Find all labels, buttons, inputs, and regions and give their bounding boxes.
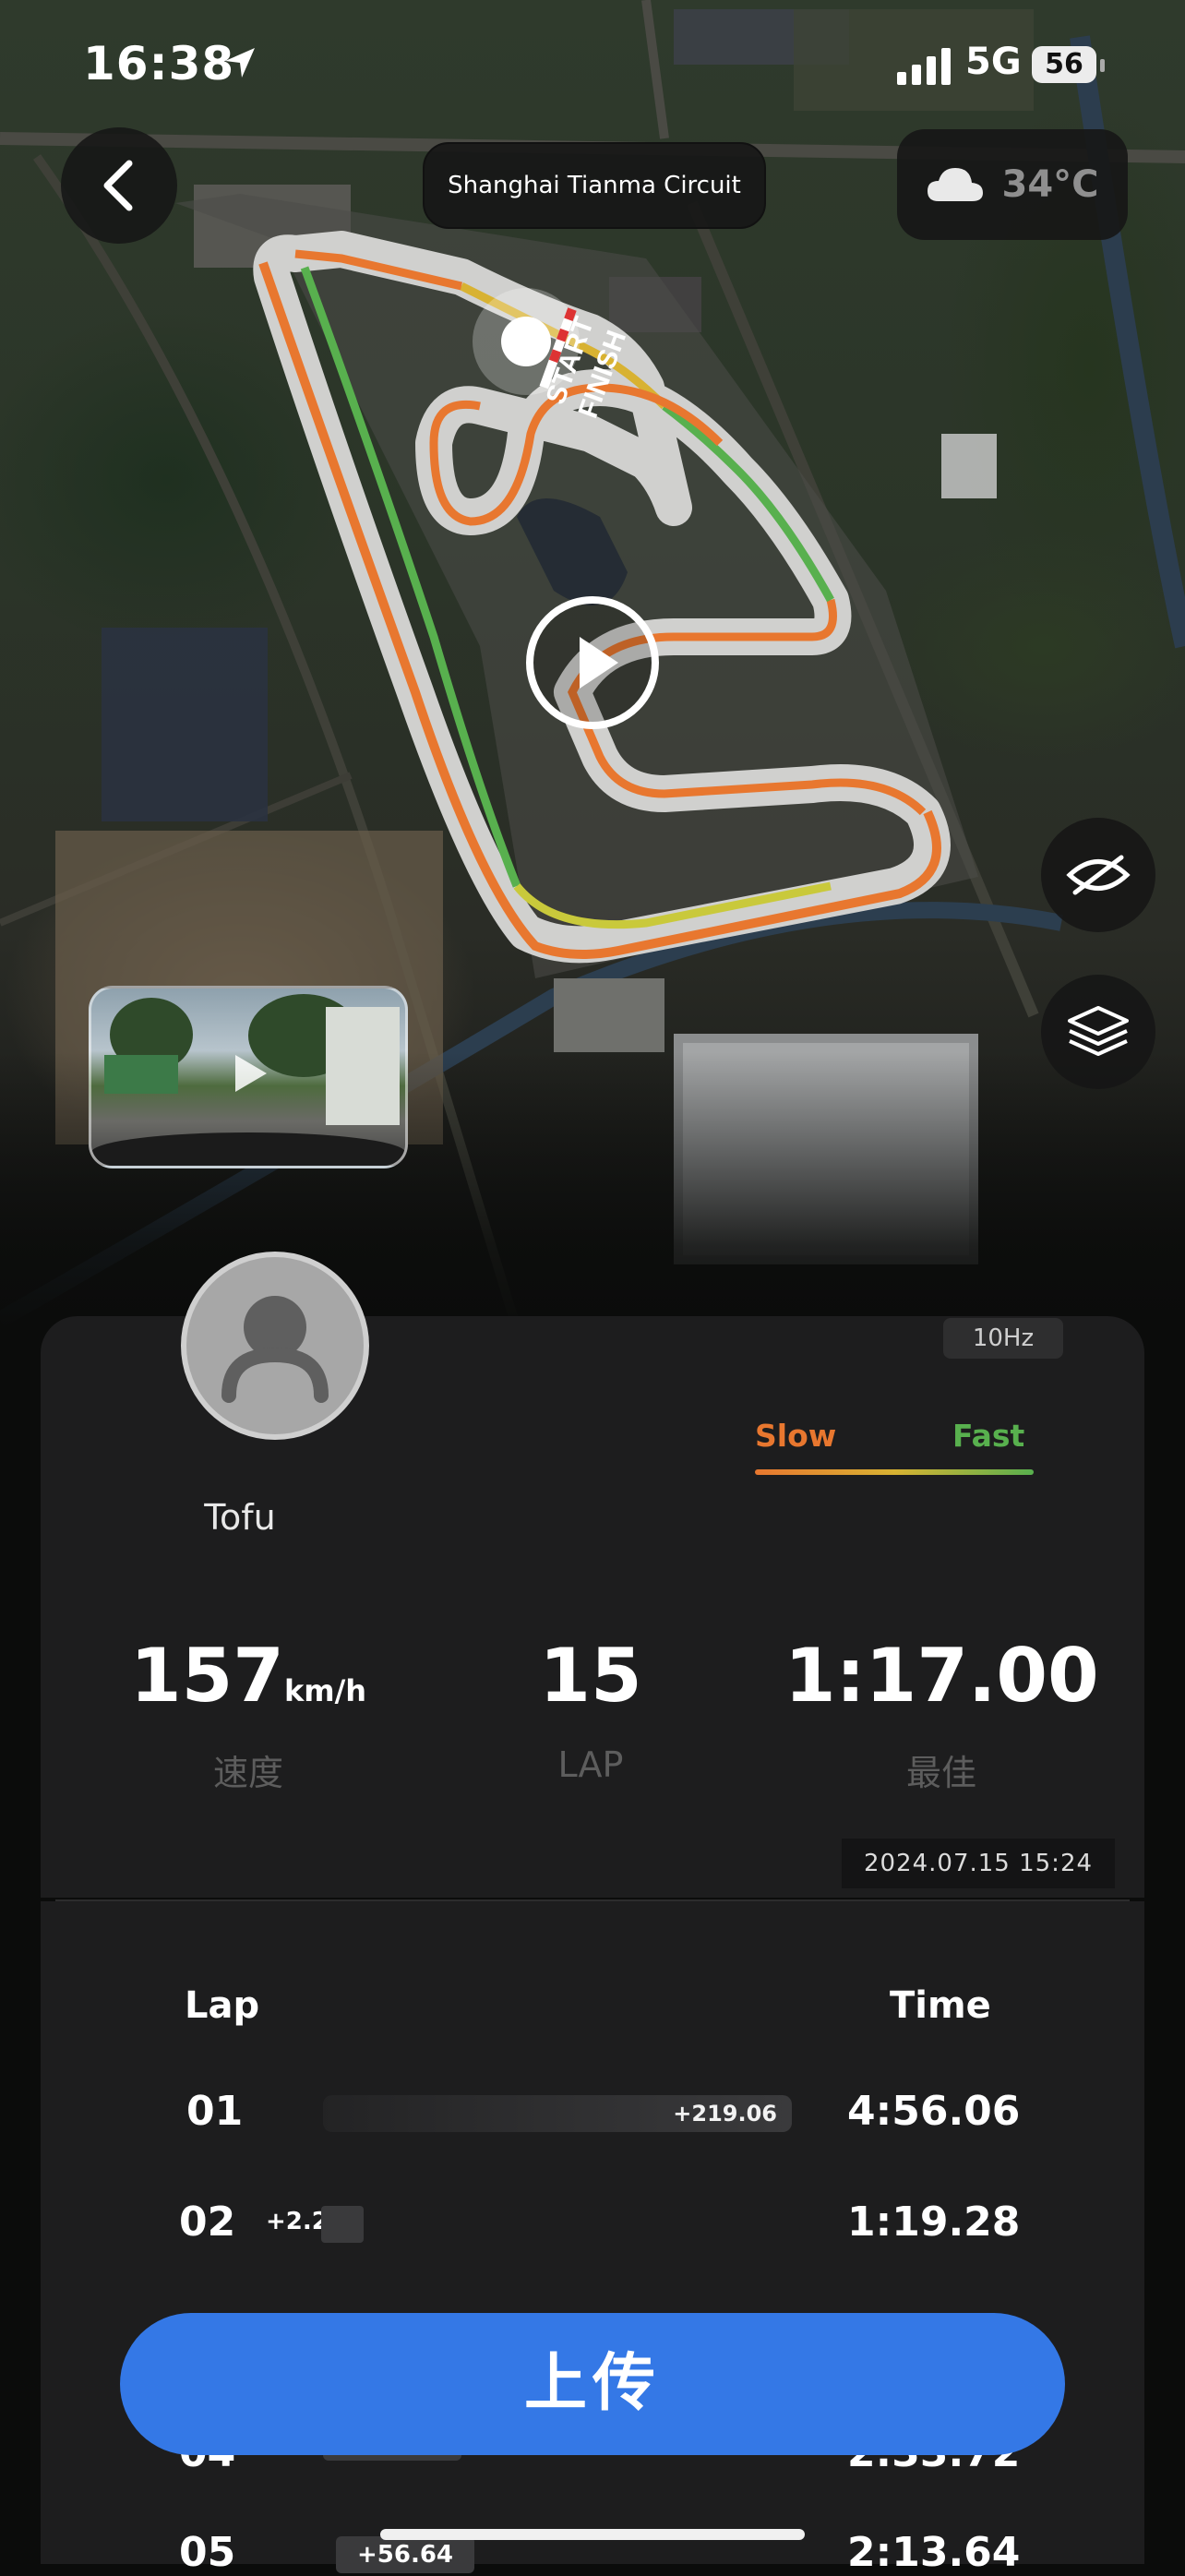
status-bar: 16:38 5G 56 <box>0 37 1185 102</box>
speed-label: 速度 <box>212 1753 283 1793</box>
signal-bars-icon <box>897 48 954 89</box>
lap-delta-bar <box>321 2206 364 2243</box>
network-type: 5G <box>965 41 1022 83</box>
cloud-icon <box>928 168 984 201</box>
legend-fast: Fast <box>952 1418 1025 1454</box>
best-lap-stat: 1:17.00 最佳 <box>784 1633 1099 1795</box>
home-indicator[interactable] <box>380 2529 805 2540</box>
time-column-header: Time <box>890 1984 991 2027</box>
map-play-button[interactable] <box>526 596 659 729</box>
thumb-booth <box>326 1007 400 1125</box>
weather-badge: 34°C <box>897 129 1128 240</box>
temperature: 34°C <box>1001 163 1099 206</box>
speed-stat: 157km/h 速度 <box>114 1639 382 1795</box>
lap-value: 15 <box>539 1633 642 1719</box>
lap-column-header: Lap <box>185 1984 260 2027</box>
lap-time: 4:56.06 <box>847 2088 1021 2135</box>
thumb-dashboard <box>91 1132 405 1166</box>
lap-delta-bar: +56.64 <box>336 2536 474 2573</box>
speed-unit: km/h <box>283 1673 367 1708</box>
best-lap-value: 1:17.00 <box>784 1633 1099 1719</box>
onboard-video-thumbnail[interactable] <box>89 986 408 1168</box>
driver-name: Tofu <box>204 1497 276 1538</box>
layers-icon <box>1068 1006 1129 1056</box>
map-layers-button[interactable] <box>1041 975 1155 1089</box>
circuit-name: Shanghai Tianma Circuit <box>423 142 766 229</box>
play-icon <box>235 1055 267 1092</box>
speed-value: 157 <box>129 1633 284 1719</box>
lap-number: 02 <box>179 2199 236 2246</box>
back-button[interactable] <box>61 127 177 244</box>
avatar-person-icon <box>221 1296 329 1403</box>
lap-time: 2:13.64 <box>847 2529 1021 2576</box>
lap-time: 1:19.28 <box>847 2199 1021 2246</box>
upload-button[interactable]: 上传 <box>120 2313 1065 2455</box>
back-chevron-icon <box>103 160 133 211</box>
battery-cap <box>1100 59 1105 72</box>
sample-rate-badge: 10Hz <box>943 1318 1063 1359</box>
speed-gradient-legend <box>755 1469 1034 1475</box>
best-lap-label: 最佳 <box>905 1753 976 1793</box>
avatar[interactable] <box>181 1252 369 1440</box>
battery-level: 56 <box>1032 46 1096 83</box>
lap-number: 05 <box>179 2529 236 2576</box>
lap-stat: 15 LAP <box>498 1633 683 1786</box>
location-arrow-icon <box>221 44 258 85</box>
legend-slow: Slow <box>755 1418 837 1454</box>
session-datetime: 2024.07.15 15:24 <box>842 1839 1115 1888</box>
lap-number: 01 <box>186 2088 244 2135</box>
lap-label: LAP <box>557 1744 624 1785</box>
status-time: 16:38 <box>83 37 235 90</box>
hide-track-button[interactable] <box>1041 818 1155 932</box>
thumb-sign <box>104 1055 178 1094</box>
lap-delta-bar: +219.06 <box>323 2095 792 2132</box>
hide-eye-icon <box>1066 855 1131 895</box>
